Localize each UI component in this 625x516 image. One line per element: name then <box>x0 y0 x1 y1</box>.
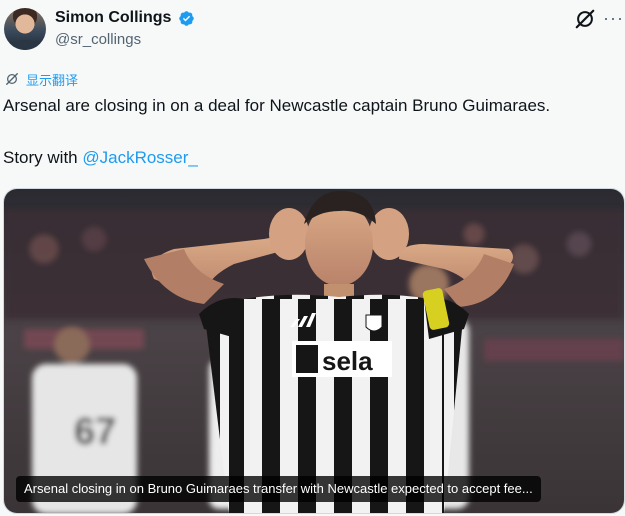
mention-link[interactable]: @JackRosser_ <box>82 148 198 167</box>
author-avatar[interactable] <box>4 8 46 50</box>
more-options-icon[interactable]: ··· <box>603 8 624 28</box>
grok-icon[interactable] <box>574 8 596 30</box>
player-photo: 67 sela <box>4 189 624 513</box>
media-caption: Arsenal closing in on Bruno Guimaraes tr… <box>16 476 541 502</box>
tweet-text-line-2: Story with @JackRosser_ <box>3 147 198 169</box>
author-handle[interactable]: @sr_collings <box>55 30 141 50</box>
tweet-media-image[interactable]: 67 sela <box>3 188 625 514</box>
tweet-text-line-1: Arsenal are closing in on a deal for New… <box>3 96 551 115</box>
shirt-sponsor: sela <box>322 346 373 376</box>
tweet-text-prefix: Story with <box>3 148 83 167</box>
tweet-card: Simon Collings @sr_collings ··· 显示翻译 Ars… <box>0 0 625 516</box>
translate-icon <box>6 73 18 85</box>
show-translation-label: 显示翻译 <box>26 73 79 89</box>
avatar-shirt <box>10 40 40 50</box>
back-number: 67 <box>74 411 116 453</box>
author-name[interactable]: Simon Collings <box>55 8 171 28</box>
verified-badge-icon <box>179 11 194 26</box>
show-translation-link[interactable]: 显示翻译 <box>5 70 79 89</box>
